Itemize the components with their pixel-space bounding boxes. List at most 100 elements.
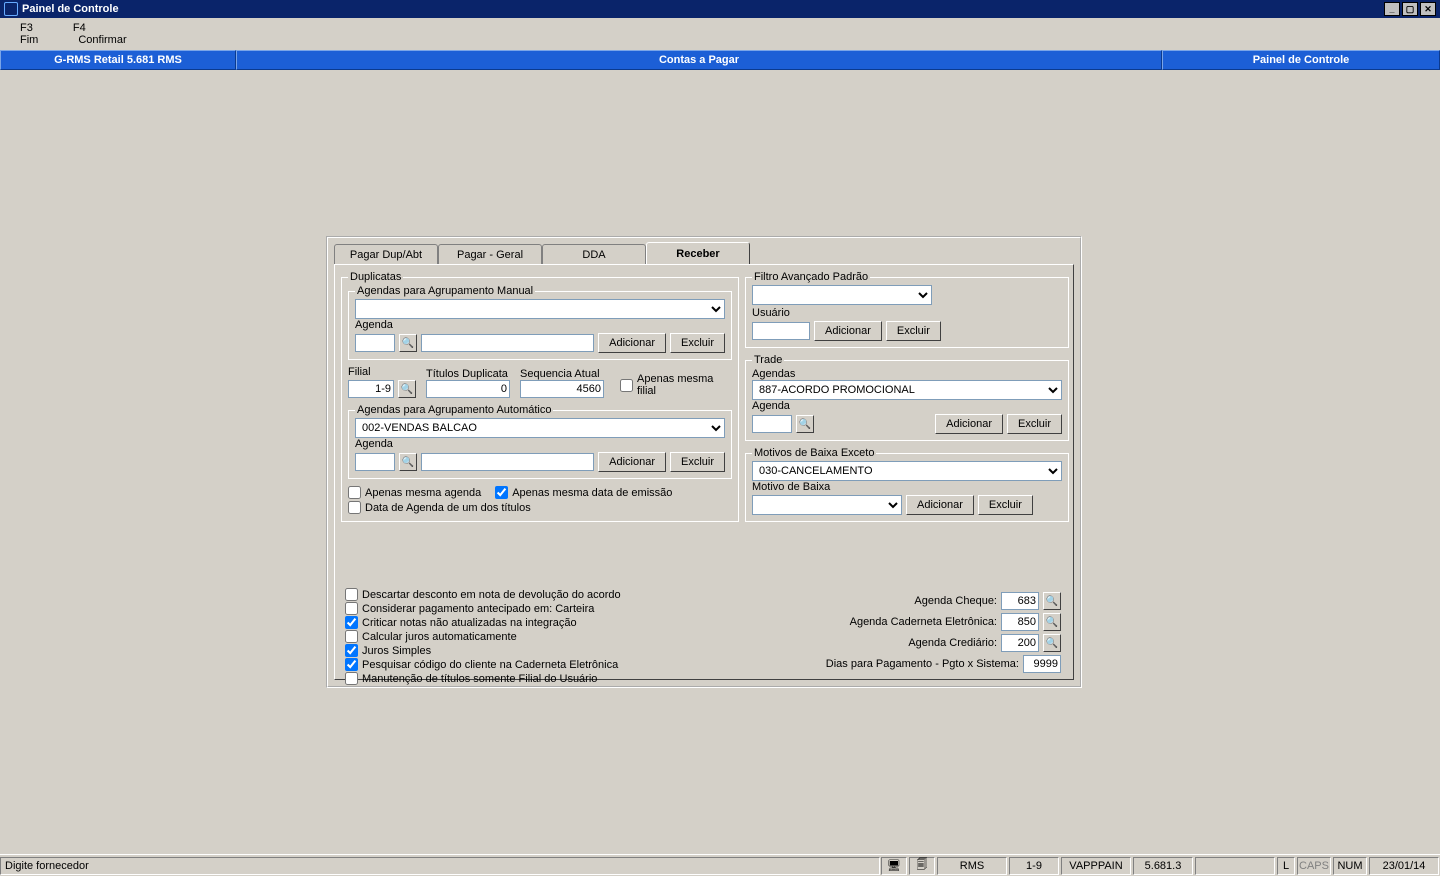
agenda-crediario-label: Agenda Crediário:	[908, 637, 997, 649]
menu-f3-key: F3	[20, 22, 33, 34]
tab-body: Duplicatas Agendas para Agrupamento Manu…	[334, 264, 1074, 680]
agenda-caderneta-label: Agenda Caderneta Eletrônica:	[850, 616, 997, 628]
data-agenda-checkbox[interactable]	[348, 501, 361, 514]
menu-f4-key: F4	[73, 22, 86, 34]
header-center: Contas a Pagar	[236, 50, 1162, 70]
manual-adicionar-button[interactable]: Adicionar	[598, 333, 666, 353]
apenas-agenda-checkbox[interactable]	[348, 486, 361, 499]
auto-adicionar-button[interactable]: Adicionar	[598, 452, 666, 472]
binoculars-icon[interactable]: 🔍	[1043, 613, 1061, 631]
binoculars-icon[interactable]: 🔍	[398, 380, 416, 398]
duplicatas-legend: Duplicatas	[348, 271, 403, 283]
status-doc-icon[interactable]: 🗐	[909, 857, 935, 875]
titulos-label: Títulos Duplicata	[426, 368, 508, 380]
apenas-filial-checkbox[interactable]	[620, 379, 633, 392]
apenas-agenda-label: Apenas mesma agenda	[365, 487, 481, 499]
tab-dda[interactable]: DDA	[542, 244, 646, 264]
filtro-excluir-button[interactable]: Excluir	[886, 321, 941, 341]
agrup-manual-select[interactable]	[355, 299, 725, 319]
agenda-auto-code[interactable]	[355, 453, 395, 471]
trade-agendas-label: Agendas	[752, 368, 795, 380]
check-descartar-label: Descartar desconto em nota de devolução …	[362, 589, 621, 601]
main-panel: Pagar Dup/Abt Pagar - Geral DDA Receber …	[326, 236, 1082, 688]
check-descartar[interactable]	[345, 588, 358, 601]
usuario-input[interactable]	[752, 322, 810, 340]
filtro-select[interactable]	[752, 285, 932, 305]
check-calcular-label: Calcular juros automaticamente	[362, 631, 517, 643]
check-considerar[interactable]	[345, 602, 358, 615]
seq-label: Sequencia Atual	[520, 368, 600, 380]
status-screen-icon[interactable]: 🖥	[881, 857, 907, 875]
agrup-auto-select[interactable]: 002-VENDAS BALCAO	[355, 418, 725, 438]
agenda-crediario-input[interactable]	[1001, 634, 1039, 652]
trade-adicionar-button[interactable]: Adicionar	[935, 414, 1003, 434]
agenda-manual-code[interactable]	[355, 334, 395, 352]
trade-group: Trade Agendas 887-ACORDO PROMOCIONAL Age…	[745, 354, 1069, 441]
filtro-adicionar-button[interactable]: Adicionar	[814, 321, 882, 341]
duplicatas-group: Duplicatas Agendas para Agrupamento Manu…	[341, 271, 739, 522]
app-icon	[4, 2, 18, 16]
agenda-manual-desc[interactable]	[421, 334, 594, 352]
check-juros[interactable]	[345, 644, 358, 657]
agenda-caderneta-input[interactable]	[1001, 613, 1039, 631]
motivos-select[interactable]: 030-CANCELAMENTO	[752, 461, 1062, 481]
check-calcular[interactable]	[345, 630, 358, 643]
titulos-input[interactable]	[426, 380, 510, 398]
trade-agenda-code[interactable]	[752, 415, 792, 433]
binoculars-icon[interactable]: 🔍	[399, 453, 417, 471]
binoculars-icon[interactable]: 🔍	[1043, 634, 1061, 652]
dias-pagamento-input[interactable]	[1023, 655, 1061, 673]
agenda-cheque-label: Agenda Cheque:	[914, 595, 997, 607]
filial-input[interactable]	[348, 380, 394, 398]
status-bar: Digite fornecedor 🖥 🗐 RMS 1-9 VAPPPAIN 5…	[0, 854, 1440, 876]
agenda-manual-label: Agenda	[355, 319, 393, 331]
agenda-auto-desc[interactable]	[421, 453, 594, 471]
tab-pagar-dup[interactable]: Pagar Dup/Abt	[334, 244, 438, 264]
seq-input[interactable]	[520, 380, 604, 398]
header-left: G-RMS Retail 5.681 RMS	[0, 50, 236, 70]
maximize-button[interactable]: ▢	[1402, 2, 1418, 16]
check-criticar[interactable]	[345, 616, 358, 629]
trade-agenda-label: Agenda	[752, 400, 790, 412]
menu-confirmar[interactable]: Confirmar	[78, 34, 126, 46]
check-pesquisar-label: Pesquisar código do cliente na Caderneta…	[362, 659, 618, 671]
status-hint: Digite fornecedor	[0, 857, 880, 875]
agrup-auto-group: Agendas para Agrupamento Automático 002-…	[348, 404, 732, 479]
agrup-auto-legend: Agendas para Agrupamento Automático	[355, 404, 553, 416]
motivos-adicionar-button[interactable]: Adicionar	[906, 495, 974, 515]
status-rms: RMS	[937, 857, 1007, 875]
status-num: NUM	[1333, 857, 1367, 875]
binoculars-icon[interactable]: 🔍	[796, 415, 814, 433]
trade-agendas-select[interactable]: 887-ACORDO PROMOCIONAL	[752, 380, 1062, 400]
check-pesquisar[interactable]	[345, 658, 358, 671]
tab-pagar-geral[interactable]: Pagar - Geral	[438, 244, 542, 264]
binoculars-icon[interactable]: 🔍	[1043, 592, 1061, 610]
filtro-legend: Filtro Avançado Padrão	[752, 271, 870, 283]
agrup-manual-group: Agendas para Agrupamento Manual Agenda 🔍…	[348, 285, 732, 360]
manual-excluir-button[interactable]: Excluir	[670, 333, 725, 353]
apenas-filial-label: Apenas mesma filial	[637, 373, 732, 397]
menu-fim[interactable]: Fim	[20, 34, 38, 46]
agrup-manual-legend: Agendas para Agrupamento Manual	[355, 285, 535, 297]
apenas-data-checkbox[interactable]	[495, 486, 508, 499]
header-right: Painel de Controle	[1162, 50, 1440, 70]
binoculars-icon[interactable]: 🔍	[399, 334, 417, 352]
motivos-excluir-button[interactable]: Excluir	[978, 495, 1033, 515]
check-manutencao[interactable]	[345, 672, 358, 685]
agenda-cheque-input[interactable]	[1001, 592, 1039, 610]
data-agenda-label: Data de Agenda de um dos títulos	[365, 502, 531, 514]
status-module: VAPPPAIN	[1061, 857, 1131, 875]
header-bar: G-RMS Retail 5.681 RMS Contas a Pagar Pa…	[0, 50, 1440, 70]
motivo-baixa-select[interactable]	[752, 495, 902, 515]
tab-strip: Pagar Dup/Abt Pagar - Geral DDA Receber	[334, 244, 750, 264]
window-title: Painel de Controle	[22, 3, 119, 15]
tab-receber[interactable]: Receber	[646, 242, 750, 264]
title-bar: Painel de Controle _ ▢ ✕	[0, 0, 1440, 18]
auto-excluir-button[interactable]: Excluir	[670, 452, 725, 472]
minimize-button[interactable]: _	[1384, 2, 1400, 16]
close-button[interactable]: ✕	[1420, 2, 1436, 16]
filtro-group: Filtro Avançado Padrão Usuário Adicionar…	[745, 271, 1069, 348]
trade-excluir-button[interactable]: Excluir	[1007, 414, 1062, 434]
status-filial: 1-9	[1009, 857, 1059, 875]
check-criticar-label: Criticar notas não atualizadas na integr…	[362, 617, 577, 629]
